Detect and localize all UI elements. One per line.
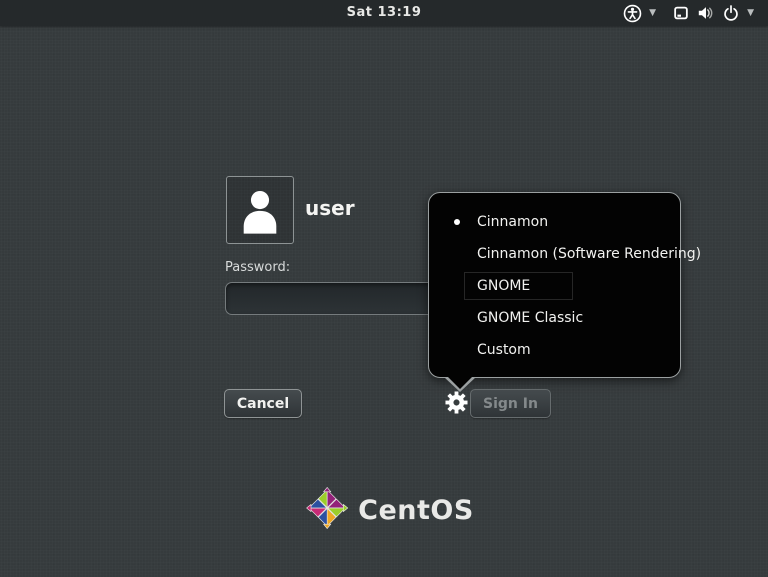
top-bar: Sat 13:19 ▼ ▼	[0, 0, 768, 26]
chevron-down-icon: ▼	[649, 8, 657, 18]
power-icon	[722, 4, 740, 22]
status-tray: ▼ ▼	[615, 0, 762, 26]
session-gear-button[interactable]	[445, 391, 468, 414]
clock[interactable]: Sat 13:19	[347, 0, 422, 26]
cancel-button[interactable]: Cancel	[224, 389, 302, 418]
session-item-custom[interactable]: Custom	[429, 334, 680, 366]
user-avatar[interactable]	[226, 176, 294, 244]
password-label: Password:	[225, 260, 291, 275]
accessibility-menu[interactable]: ▼	[615, 0, 664, 26]
centos-logo-icon	[306, 487, 349, 533]
session-menu-popup: Cinnamon Cinnamon (Software Rendering) G…	[428, 192, 701, 392]
session-item-cinnamon[interactable]: Cinnamon	[429, 206, 680, 238]
session-item-cinnamon-software[interactable]: Cinnamon (Software Rendering)	[429, 238, 701, 270]
chevron-down-icon: ▼	[747, 8, 754, 18]
login-screen: Sat 13:19 ▼ ▼ user Password: Cinnamon Ci…	[0, 0, 768, 577]
popup-tail	[446, 375, 474, 389]
session-item-label: Cinnamon	[477, 214, 549, 230]
network-wired-icon	[672, 4, 690, 22]
brand: CentOS	[306, 487, 474, 533]
gear-icon	[445, 391, 468, 414]
password-input[interactable]	[225, 282, 461, 315]
system-status-menu[interactable]: ▼	[664, 0, 762, 26]
session-item-gnome[interactable]: GNOME	[429, 270, 680, 302]
session-item-gnome-classic[interactable]: GNOME Classic	[429, 302, 680, 334]
session-item-label: GNOME Classic	[477, 310, 584, 326]
accessibility-icon	[623, 4, 642, 23]
user-avatar-icon	[231, 181, 289, 243]
session-item-label: Cinnamon (Software Rendering)	[477, 246, 702, 262]
volume-icon	[697, 4, 715, 22]
selected-dot-icon	[454, 219, 460, 225]
username-label: user	[305, 196, 355, 220]
session-item-label: GNOME	[464, 272, 574, 300]
brand-name: CentOS	[358, 494, 474, 526]
session-item-label: Custom	[477, 342, 531, 358]
sign-in-button[interactable]: Sign In	[470, 389, 551, 418]
